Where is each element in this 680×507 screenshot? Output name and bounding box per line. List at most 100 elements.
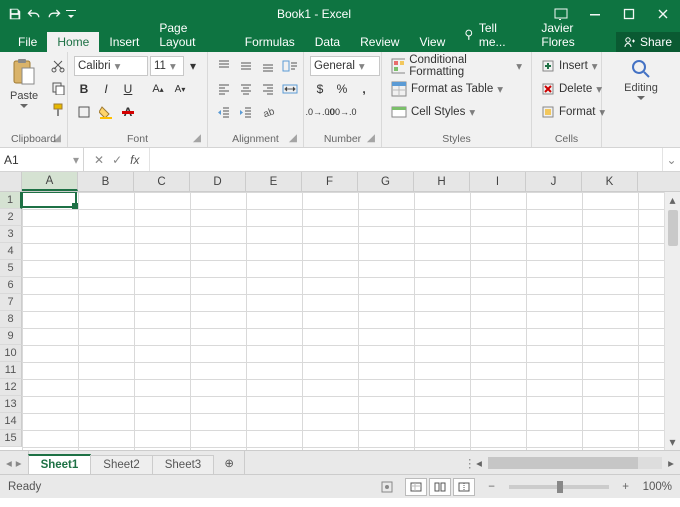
increase-font-icon[interactable]: A▴ (148, 79, 168, 99)
undo-icon[interactable] (26, 7, 42, 21)
decrease-font-icon[interactable]: A▾ (170, 79, 190, 99)
column-header[interactable]: I (470, 172, 526, 191)
paste-button[interactable]: Paste (6, 56, 42, 131)
zoom-slider[interactable] (509, 485, 609, 489)
currency-icon[interactable]: $ (310, 79, 330, 99)
font-launcher-icon[interactable]: ◢ (193, 132, 201, 144)
sheet-tab[interactable]: Sheet1 (28, 454, 92, 474)
row-header[interactable]: 9 (0, 328, 22, 345)
row-header[interactable]: 8 (0, 311, 22, 328)
cut-icon[interactable] (48, 56, 68, 76)
scroll-up-icon[interactable]: ▴ (669, 192, 675, 208)
bold-button[interactable]: B (74, 79, 94, 99)
zoom-knob[interactable] (557, 481, 563, 493)
fx-icon[interactable]: fx (130, 153, 139, 167)
chevron-down-icon[interactable]: ▾ (186, 56, 200, 76)
align-middle-icon[interactable] (236, 56, 256, 76)
decrease-decimal-icon[interactable]: .00→.0 (332, 102, 352, 122)
font-color-icon[interactable]: A (118, 102, 138, 122)
zoom-out-button[interactable]: − (485, 481, 499, 493)
format-cells-button[interactable]: Format▾ (538, 102, 608, 122)
scroll-down-icon[interactable]: ▾ (669, 434, 675, 450)
column-header[interactable]: A (22, 172, 78, 191)
decrease-indent-icon[interactable] (214, 102, 234, 122)
row-header[interactable]: 12 (0, 379, 22, 396)
font-name-combo[interactable]: Calibri▾ (74, 56, 148, 76)
tab-view[interactable]: View (409, 32, 455, 52)
sheet-tab[interactable]: Sheet3 (152, 455, 214, 474)
wrap-text-icon[interactable] (280, 56, 300, 76)
column-header[interactable]: K (582, 172, 638, 191)
tab-review[interactable]: Review (350, 32, 409, 52)
format-as-table-button[interactable]: Format as Table▾ (388, 79, 525, 99)
align-bottom-icon[interactable] (258, 56, 278, 76)
expand-formula-bar-icon[interactable]: ⌄ (662, 148, 680, 171)
row-header[interactable]: 10 (0, 345, 22, 362)
tab-home[interactable]: Home (47, 32, 99, 52)
active-cell[interactable] (21, 192, 77, 208)
align-left-icon[interactable] (214, 79, 234, 99)
page-layout-view-icon[interactable] (429, 478, 451, 496)
find-select-button[interactable]: Editing (620, 56, 662, 131)
borders-icon[interactable] (74, 102, 94, 122)
zoom-in-button[interactable]: + (619, 481, 633, 493)
sheet-tab[interactable]: Sheet2 (90, 455, 152, 474)
select-all-corner[interactable] (0, 172, 22, 191)
row-header[interactable]: 13 (0, 396, 22, 413)
row-header[interactable]: 7 (0, 294, 22, 311)
orientation-icon[interactable]: ab (258, 102, 278, 122)
column-header[interactable]: F (302, 172, 358, 191)
row-header[interactable]: 4 (0, 243, 22, 260)
italic-button[interactable]: I (96, 79, 116, 99)
row-header[interactable]: 14 (0, 413, 22, 430)
percent-icon[interactable]: % (332, 79, 352, 99)
qat-customize-icon[interactable] (66, 7, 76, 21)
column-header[interactable]: G (358, 172, 414, 191)
close-button[interactable] (646, 0, 680, 28)
save-icon[interactable] (8, 7, 22, 21)
increase-indent-icon[interactable] (236, 102, 256, 122)
scroll-left-icon[interactable]: ◂ (472, 456, 486, 470)
column-header[interactable]: D (190, 172, 246, 191)
name-box[interactable]: A1▾ (0, 148, 84, 171)
ribbon-options-icon[interactable] (544, 0, 578, 28)
page-break-view-icon[interactable] (453, 478, 475, 496)
align-top-icon[interactable] (214, 56, 234, 76)
redo-icon[interactable] (46, 7, 62, 21)
merge-center-icon[interactable] (280, 79, 300, 99)
column-header[interactable]: B (78, 172, 134, 191)
column-header[interactable]: C (134, 172, 190, 191)
tab-file[interactable]: File (8, 32, 47, 52)
scroll-thumb[interactable] (668, 210, 678, 246)
minimize-button[interactable] (578, 0, 612, 28)
row-header[interactable]: 2 (0, 209, 22, 226)
tell-me[interactable]: Tell me... (455, 18, 533, 52)
tab-page-layout[interactable]: Page Layout (149, 18, 234, 52)
number-format-combo[interactable]: General▾ (310, 56, 380, 76)
tab-data[interactable]: Data (305, 32, 350, 52)
font-size-combo[interactable]: 11▾ (150, 56, 184, 76)
normal-view-icon[interactable] (405, 478, 427, 496)
row-header[interactable]: 5 (0, 260, 22, 277)
comma-icon[interactable]: , (354, 79, 374, 99)
cancel-formula-icon[interactable]: ✕ (94, 153, 104, 167)
column-header[interactable]: J (526, 172, 582, 191)
new-sheet-button[interactable]: ⊕ (214, 451, 244, 474)
row-header[interactable]: 6 (0, 277, 22, 294)
zoom-percent[interactable]: 100% (643, 481, 672, 493)
horizontal-scrollbar[interactable]: ◂ ▸ (470, 451, 680, 474)
align-right-icon[interactable] (258, 79, 278, 99)
enter-formula-icon[interactable]: ✓ (112, 153, 122, 167)
vertical-scrollbar[interactable]: ▴ ▾ (664, 192, 680, 450)
row-header[interactable]: 11 (0, 362, 22, 379)
tab-insert[interactable]: Insert (99, 32, 149, 52)
conditional-formatting-button[interactable]: Conditional Formatting▾ (388, 56, 525, 76)
fill-handle[interactable] (72, 203, 78, 209)
tab-formulas[interactable]: Formulas (235, 32, 305, 52)
format-painter-icon[interactable] (48, 100, 68, 120)
macro-record-icon[interactable] (379, 479, 395, 495)
column-header[interactable]: H (414, 172, 470, 191)
share-button[interactable]: Share (616, 32, 680, 52)
scroll-right-icon[interactable]: ▸ (664, 456, 678, 470)
maximize-button[interactable] (612, 0, 646, 28)
